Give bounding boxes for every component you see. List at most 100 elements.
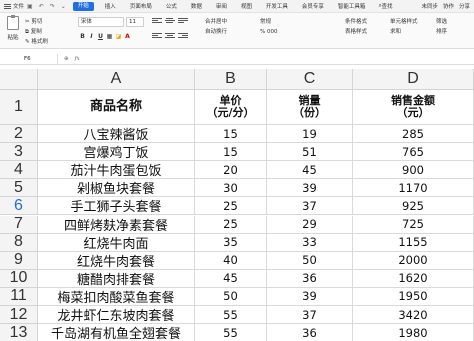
cell-name[interactable]: 梅菜扣肉酸菜鱼套餐 [38,287,195,306]
tab-insert[interactable]: 插入 [98,0,123,13]
tab-data[interactable]: 数据 [184,0,209,13]
merge-center-button[interactable]: 合并居中 [205,17,227,27]
redo-icon[interactable]: ↷ [50,3,55,10]
format-painter-button[interactable]: ✎ 格式刷 [25,37,48,47]
font-color-icon[interactable]: A [123,33,132,40]
align-right-icon[interactable] [178,33,188,41]
cut-button[interactable]: ✂ 剪切 [25,17,48,27]
column-header-d[interactable]: D [353,69,474,90]
row-header-8[interactable]: 8 [0,233,38,252]
percent-button[interactable]: % 000 [260,27,277,37]
align-center-icon[interactable] [165,33,175,41]
column-header-c[interactable]: C [267,69,353,90]
cell-price[interactable]: 15 [195,125,267,144]
tab-developer[interactable]: 开发工具 [259,0,295,13]
tab-member[interactable]: 会员专享 [295,0,331,13]
sum-button[interactable]: 求和 [390,27,418,37]
sync-status[interactable]: 未同步 [421,2,438,10]
cell-name[interactable]: 四鲜烤麸净素套餐 [38,215,195,234]
cell-amount[interactable]: 3420 [353,306,474,325]
cell-qty[interactable]: 51 [267,143,353,162]
cell-amount[interactable]: 1980 [353,324,474,341]
bold-button[interactable]: B [78,33,87,40]
paste-button[interactable]: 粘贴 [3,15,23,41]
cell-price[interactable]: 25 [195,215,267,234]
align-left-icon[interactable] [152,33,162,41]
cell-qty[interactable]: 19 [267,125,353,144]
cell-amount[interactable]: 925 [353,197,474,216]
row-header-2[interactable]: 2 [0,125,38,144]
cell-amount[interactable]: 1620 [353,269,474,288]
tab-page-layout[interactable]: 页面布局 [123,0,159,13]
cell-qty[interactable]: 33 [267,233,353,252]
cell-price[interactable]: 30 [195,179,267,198]
border-icon[interactable]: ▦ [105,33,114,40]
column-header-a[interactable]: A [38,69,195,90]
cell-amount[interactable]: 1170 [353,179,474,198]
row-header-1[interactable]: 1 [0,90,38,125]
header-sales-amount[interactable]: 销售金额 （元） [353,90,474,125]
cell-name[interactable]: 手工狮子头套餐 [38,197,195,216]
row-header-11[interactable]: 11 [0,287,38,306]
share-button[interactable]: 分享 [459,2,470,10]
cell-amount[interactable]: 2000 [353,251,474,270]
cell-amount[interactable]: 765 [353,143,474,162]
search-box[interactable]: ⌕ 查找 [372,0,398,13]
filter-button[interactable]: 筛选 [436,17,447,27]
cell-amount[interactable]: 1155 [353,233,474,252]
header-unit-price[interactable]: 单价 （元/分） [195,90,267,125]
cell-qty[interactable]: 36 [267,324,353,341]
header-product-name[interactable]: 商品名称 [38,90,195,125]
select-all-corner[interactable] [0,69,38,90]
name-box[interactable]: F6 [0,53,58,64]
cell-amount[interactable]: 285 [353,125,474,144]
cell-style-button[interactable]: 单元格样式 [390,17,418,27]
align-bottom-icon[interactable] [178,18,188,26]
cell-name[interactable]: 红烧牛肉面 [38,233,195,252]
cell-price[interactable]: 40 [195,251,267,270]
cell-name[interactable]: 剁椒鱼块套餐 [38,179,195,198]
collaborate-button[interactable]: 协作 [443,2,454,10]
cell-price[interactable]: 15 [195,143,267,162]
row-header-7[interactable]: 7 [0,215,38,234]
tab-view[interactable]: 视图 [234,0,259,13]
cell-name[interactable]: 茄汁牛肉蛋包饭 [38,161,195,180]
cell-name[interactable]: 千岛湖有机鱼全翅套餐 [38,324,195,341]
row-header-4[interactable]: 4 [0,161,38,180]
cell-price[interactable]: 20 [195,161,267,180]
fx-icon[interactable]: fx [75,56,80,62]
italic-button[interactable]: I [87,33,96,40]
cell-name[interactable]: 红烧牛肉套餐 [38,251,195,270]
cell-name[interactable]: 八宝辣酱饭 [38,125,195,144]
cell-price[interactable]: 55 [195,324,267,341]
row-header-5[interactable]: 5 [0,179,38,198]
tab-smart-tools[interactable]: 智能工具箱 [331,0,373,13]
font-family-select[interactable]: 宋体 [78,17,124,27]
tab-review[interactable]: 审阅 [209,0,234,13]
font-size-select[interactable]: 11 [126,17,144,27]
cell-price[interactable]: 35 [195,233,267,252]
cell-price[interactable]: 50 [195,287,267,306]
cell-qty[interactable]: 37 [267,306,353,325]
save-icon[interactable]: ▣ [27,3,33,10]
cell-price[interactable]: 25 [195,197,267,216]
cell-qty[interactable]: 37 [267,197,353,216]
cell-qty[interactable]: 50 [267,251,353,270]
cell-amount[interactable]: 1950 [353,287,474,306]
cell-name[interactable]: 糖醋肉排套餐 [38,269,195,288]
cell-name[interactable]: 龙井虾仁东坡肉套餐 [38,306,195,325]
tab-home[interactable]: 开始 [72,1,94,11]
cell-qty[interactable]: 45 [267,161,353,180]
row-header-13[interactable]: 13 [0,324,38,341]
sort-button[interactable]: 排序 [436,27,447,37]
number-format-select[interactable]: 常规 [260,17,277,27]
cell-price[interactable]: 45 [195,269,267,288]
cell-qty[interactable]: 39 [267,179,353,198]
cell-amount[interactable]: 900 [353,161,474,180]
row-header-6[interactable]: 6 [0,197,38,216]
tab-formulas[interactable]: 公式 [159,0,184,13]
row-header-9[interactable]: 9 [0,251,38,270]
underline-button[interactable]: U [96,33,105,40]
cell-qty[interactable]: 36 [267,269,353,288]
zoom-icon[interactable]: ⊕ [64,56,69,62]
